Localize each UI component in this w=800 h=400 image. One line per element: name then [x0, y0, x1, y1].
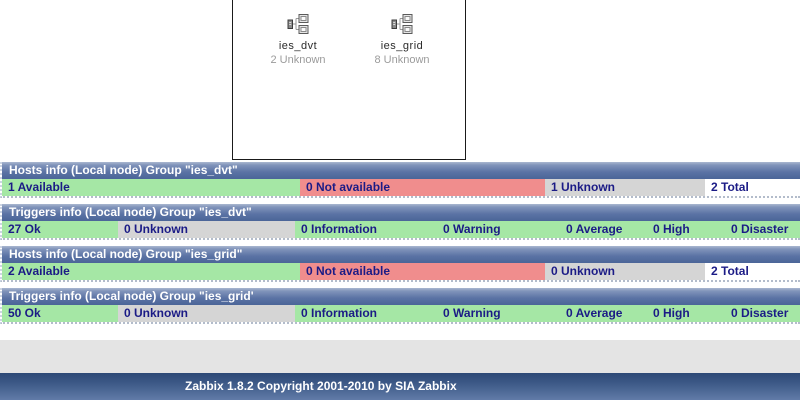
host-name: ies_dvt — [278, 40, 318, 52]
ok-cell: 27 Ok — [2, 221, 118, 238]
unknown-cell: 0 Unknown — [118, 221, 295, 238]
footer-copyright-text: Zabbix 1.8.2 Copyright 2001-2010 by SIA … — [185, 379, 457, 393]
unknown-cell: 0 Unknown — [545, 263, 705, 280]
widget-hosts-info-ies-grid: Hosts info (Local node) Group "ies_grid"… — [0, 246, 800, 282]
zabbix-dashboard-page: ies_dvt 2 Unknown ies_grid 8 Unknown Hos… — [0, 0, 800, 400]
map-host-ies-dvt[interactable]: ies_dvt 2 Unknown — [251, 12, 345, 66]
hosts-info-row: 1 Available 0 Not available 1 Unknown 2 … — [2, 179, 800, 196]
total-cell: 2 Total — [705, 263, 800, 280]
information-cell: 0 Information — [295, 221, 437, 238]
hosts-info-row: 2 Available 0 Not available 0 Unknown 2 … — [2, 263, 800, 280]
host-group-icon — [355, 12, 449, 36]
triggers-info-row: 27 Ok 0 Unknown 0 Information 0 Warning … — [2, 221, 800, 238]
triggers-info-row: 50 Ok 0 Unknown 0 Information 0 Warning … — [2, 305, 800, 322]
network-map-panel: ies_dvt 2 Unknown ies_grid 8 Unknown — [232, 0, 466, 160]
high-cell: 0 High — [647, 305, 725, 322]
not-available-cell: 0 Not available — [300, 179, 545, 196]
footer-bar: Zabbix 1.8.2 Copyright 2001-2010 by SIA … — [0, 373, 800, 400]
bottom-gray-band — [0, 340, 800, 373]
ok-cell: 50 Ok — [2, 305, 118, 322]
average-cell: 0 Average — [560, 305, 647, 322]
widget-header: Hosts info (Local node) Group "ies_grid" — [2, 246, 800, 263]
widget-triggers-info-ies-grid: Triggers info (Local node) Group "ies_gr… — [0, 288, 800, 324]
unknown-cell: 0 Unknown — [118, 305, 295, 322]
warning-cell: 0 Warning — [437, 305, 560, 322]
host-name: ies_grid — [380, 40, 424, 52]
host-status: 8 Unknown — [374, 54, 430, 66]
available-cell: 1 Available — [2, 179, 300, 196]
status-widgets: Hosts info (Local node) Group "ies_dvt" … — [0, 162, 800, 330]
disaster-cell: 0 Disaster — [725, 221, 800, 238]
high-cell: 0 High — [647, 221, 725, 238]
warning-cell: 0 Warning — [437, 221, 560, 238]
available-cell: 2 Available — [2, 263, 300, 280]
information-cell: 0 Information — [295, 305, 437, 322]
host-status: 2 Unknown — [270, 54, 326, 66]
total-cell: 2 Total — [705, 179, 800, 196]
widget-header: Hosts info (Local node) Group "ies_dvt" — [2, 162, 800, 179]
host-group-icon — [251, 12, 345, 36]
average-cell: 0 Average — [560, 221, 647, 238]
widget-triggers-info-ies-dvt: Triggers info (Local node) Group "ies_dv… — [0, 204, 800, 240]
not-available-cell: 0 Not available — [300, 263, 545, 280]
widget-hosts-info-ies-dvt: Hosts info (Local node) Group "ies_dvt" … — [0, 162, 800, 198]
disaster-cell: 0 Disaster — [725, 305, 800, 322]
map-host-ies-grid[interactable]: ies_grid 8 Unknown — [355, 12, 449, 66]
widget-header: Triggers info (Local node) Group "ies_gr… — [2, 288, 800, 305]
unknown-cell: 1 Unknown — [545, 179, 705, 196]
widget-header: Triggers info (Local node) Group "ies_dv… — [2, 204, 800, 221]
